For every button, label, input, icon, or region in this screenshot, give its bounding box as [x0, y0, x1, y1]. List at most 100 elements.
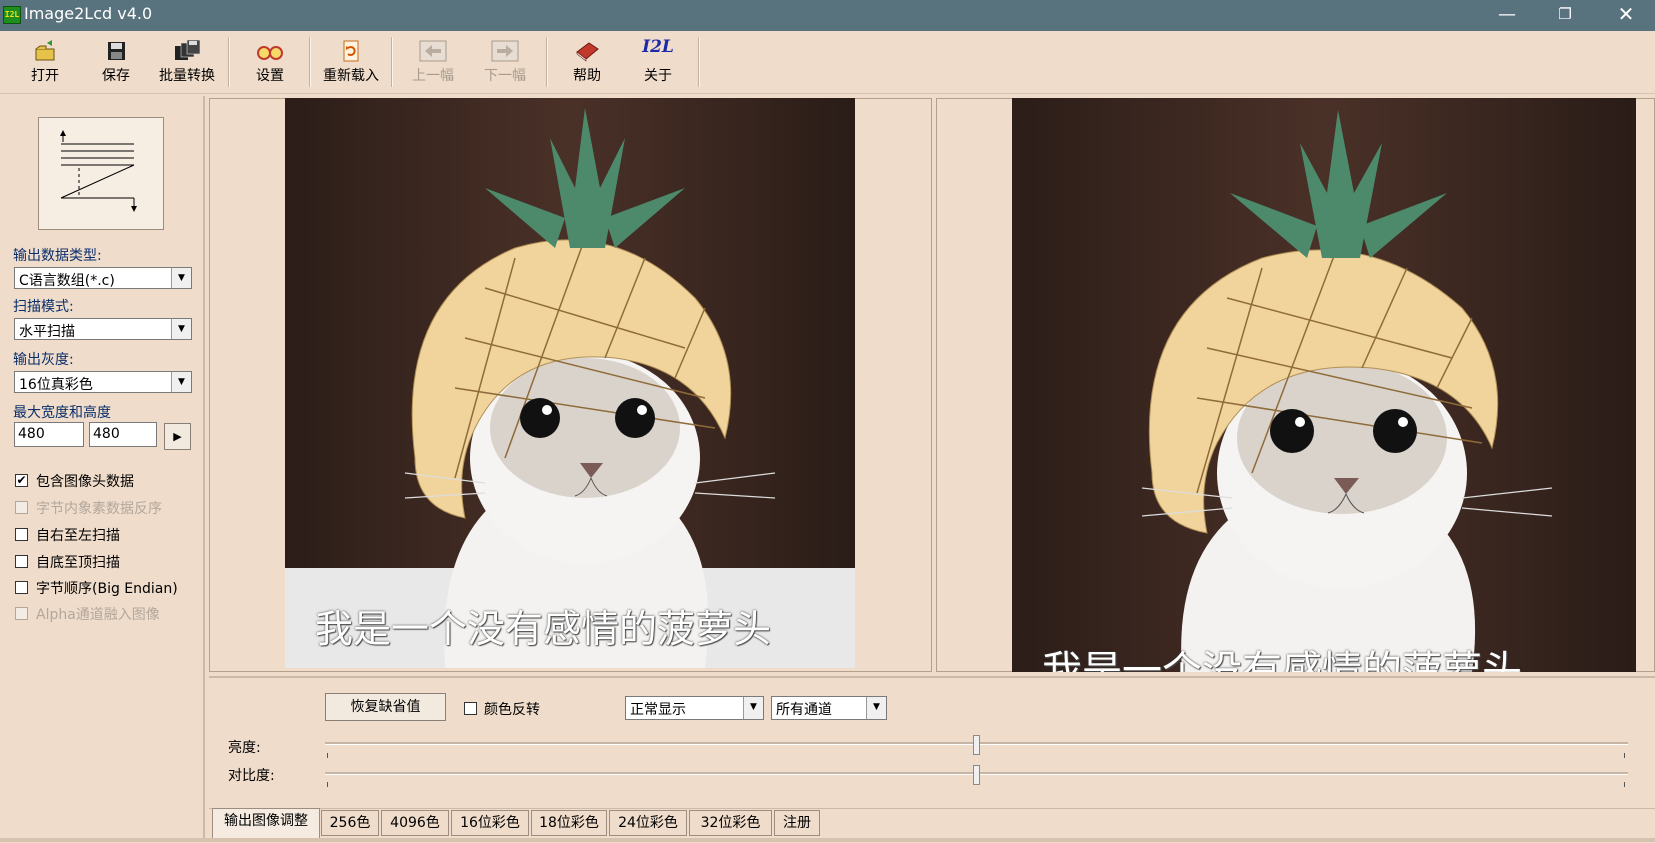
- toolbar-separator: [698, 37, 700, 87]
- contrast-slider[interactable]: [325, 763, 1628, 789]
- tab-register[interactable]: 注册: [774, 810, 820, 836]
- reload-button[interactable]: 重新载入: [317, 31, 385, 93]
- open-button[interactable]: 打开: [11, 31, 79, 93]
- output-gray-value: 16位真彩色: [19, 377, 93, 393]
- dropdown-arrow-icon: ▼: [171, 319, 191, 339]
- about-button[interactable]: I2L 关于: [624, 31, 692, 93]
- slider-tick: [1624, 782, 1625, 787]
- scan-mode-value: 水平扫描: [19, 324, 75, 340]
- next-arrow-icon: [491, 40, 519, 62]
- tab-color-1[interactable]: 256色: [321, 810, 379, 836]
- restore-default-button[interactable]: 恢复缺省值: [325, 693, 446, 721]
- scan-direction-preview: [38, 117, 164, 230]
- toolbar-separator: [391, 37, 393, 87]
- big-endian-label: 字节顺序(Big Endian): [36, 581, 178, 597]
- window-title: Image2Lcd v4.0: [24, 4, 153, 23]
- output-gray-label: 输出灰度:: [13, 352, 74, 368]
- dropdown-arrow-icon: ▼: [171, 268, 191, 288]
- floppy-disk-icon: [108, 42, 125, 60]
- previous-image-button[interactable]: 上一幅: [399, 31, 467, 93]
- minimize-button[interactable]: —: [1478, 0, 1536, 31]
- brightness-slider[interactable]: [325, 735, 1628, 761]
- big-endian-checkbox[interactable]: [15, 581, 28, 594]
- cat-photo-output-image: [1012, 98, 1636, 672]
- brightness-slider-thumb[interactable]: [973, 735, 980, 755]
- toolbar-separator: [309, 37, 311, 87]
- max-width-input[interactable]: 480: [14, 422, 84, 447]
- output-type-label: 输出数据类型:: [13, 248, 102, 264]
- reverse-pixel-order-label: 字节内象素数据反序: [36, 501, 162, 517]
- include-header-checkbox[interactable]: ✔: [15, 474, 28, 487]
- contrast-slider-thumb[interactable]: [973, 765, 980, 785]
- tab-color-3[interactable]: 16位彩色: [451, 810, 529, 836]
- help-button[interactable]: 帮助: [553, 31, 621, 93]
- close-button[interactable]: ✕: [1597, 0, 1655, 31]
- next-image-button[interactable]: 下一幅: [471, 31, 539, 93]
- settings-label: 设置: [256, 68, 284, 84]
- scan-direction-icon: [60, 130, 137, 212]
- batch-disks-icon: [175, 40, 201, 60]
- help-label: 帮助: [573, 68, 601, 84]
- original-image-caption: 我是一个没有感情的菠萝头: [315, 607, 772, 651]
- title-bar: I2L Image2Lcd v4.0 — ❐ ✕: [0, 0, 1655, 31]
- about-logo-icon: I2L: [642, 37, 674, 57]
- include-header-label: 包含图像头数据: [36, 474, 134, 490]
- batch-convert-label: 批量转换: [159, 68, 215, 84]
- app-logo-icon: I2L: [3, 6, 21, 24]
- reload-label: 重新载入: [323, 68, 379, 84]
- output-gray-select[interactable]: 16位真彩色 ▼: [14, 371, 192, 393]
- open-label: 打开: [31, 68, 59, 84]
- previous-arrow-icon: [419, 40, 447, 62]
- max-size-label: 最大宽度和高度: [13, 405, 111, 421]
- contrast-label: 对比度:: [228, 768, 275, 784]
- dropdown-arrow-icon: ▼: [866, 697, 886, 719]
- scan-mode-select[interactable]: 水平扫描 ▼: [14, 318, 192, 340]
- slider-tick: [1624, 753, 1625, 758]
- output-type-value: C语言数组(*.c): [19, 273, 115, 289]
- channel-value: 所有通道: [776, 702, 832, 718]
- bottom-to-top-label: 自底至顶扫描: [36, 555, 120, 571]
- tab-color-2[interactable]: 4096色: [381, 810, 449, 836]
- tab-color-5[interactable]: 24位彩色: [609, 810, 687, 836]
- alpha-blend-checkbox: [15, 607, 28, 620]
- restore-button[interactable]: ❐: [1536, 0, 1594, 31]
- alpha-blend-label: Alpha通道融入图像: [36, 607, 160, 623]
- toolbar-separator: [228, 37, 230, 87]
- play-arrow-icon: ▶: [173, 430, 182, 443]
- save-label: 保存: [102, 68, 130, 84]
- tab-color-4[interactable]: 18位彩色: [531, 810, 607, 836]
- open-folder-icon: [35, 40, 55, 61]
- output-type-select[interactable]: C语言数组(*.c) ▼: [14, 267, 192, 289]
- max-height-value: 480: [93, 426, 120, 442]
- display-mode-select[interactable]: 正常显示 ▼: [625, 696, 764, 720]
- bottom-to-top-checkbox[interactable]: [15, 555, 28, 568]
- batch-convert-button[interactable]: 批量转换: [153, 31, 221, 93]
- right-to-left-label: 自右至左扫描: [36, 528, 120, 544]
- settings-button[interactable]: 设置: [236, 31, 304, 93]
- brightness-label: 亮度:: [228, 740, 261, 756]
- channel-select[interactable]: 所有通道 ▼: [771, 696, 887, 720]
- reverse-pixel-order-checkbox: [15, 501, 28, 514]
- output-image: 我是一个没有感情的菠萝头: [1012, 98, 1636, 672]
- right-to-left-checkbox[interactable]: [15, 528, 28, 541]
- toolbar-separator: [546, 37, 548, 87]
- slider-tick: [327, 782, 328, 787]
- tab-output-adjust[interactable]: 输出图像调整: [212, 808, 320, 838]
- max-height-input[interactable]: 480: [89, 422, 157, 447]
- dropdown-arrow-icon: ▼: [743, 697, 763, 719]
- apply-size-button[interactable]: ▶: [164, 423, 191, 450]
- slider-tick: [327, 753, 328, 758]
- reload-document-icon: [343, 40, 359, 62]
- invert-color-label: 颜色反转: [484, 702, 540, 718]
- invert-color-checkbox[interactable]: [464, 702, 477, 715]
- save-button[interactable]: 保存: [82, 31, 150, 93]
- cat-photo-image: [285, 98, 855, 668]
- checkmark-icon: ✔: [16, 473, 27, 487]
- tab-color-6[interactable]: 32位彩色: [689, 810, 772, 836]
- display-mode-value: 正常显示: [630, 702, 686, 718]
- about-label: 关于: [644, 68, 672, 84]
- dropdown-arrow-icon: ▼: [171, 372, 191, 392]
- scan-mode-label: 扫描模式:: [13, 299, 74, 315]
- previous-image-label: 上一幅: [412, 68, 454, 84]
- status-edge: [0, 838, 1655, 842]
